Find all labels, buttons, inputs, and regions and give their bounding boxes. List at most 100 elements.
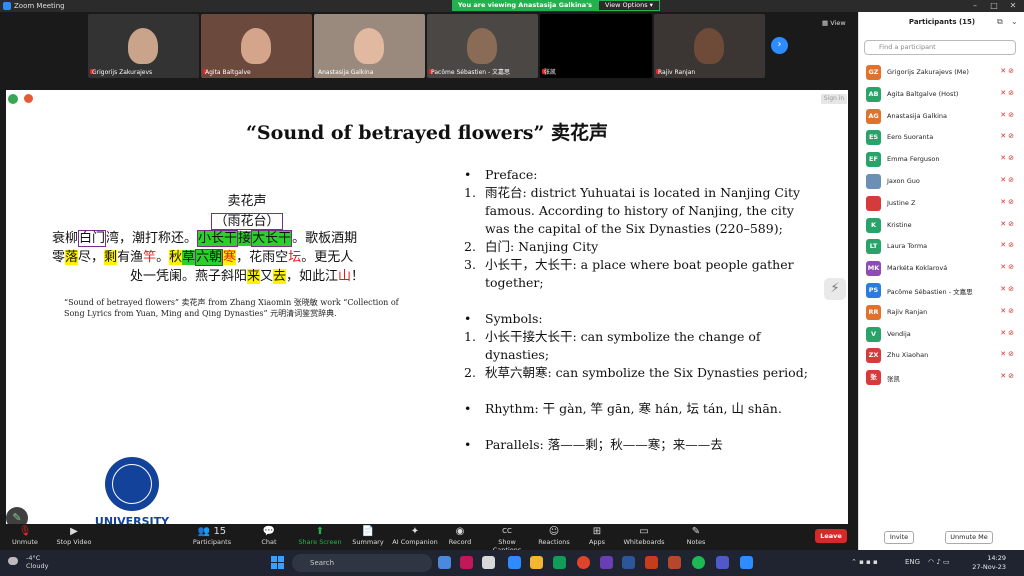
sign-in-button[interactable]: Sign in [821, 94, 847, 104]
participant-row[interactable]: MK Markéta Koklarová ✕⊘ [859, 258, 1024, 280]
participant-video [694, 28, 724, 64]
video-tile[interactable]: Anastasija Galkina [314, 14, 425, 78]
acrobat-icon[interactable] [645, 556, 658, 569]
toolbar-label: Participants [192, 538, 232, 546]
app-icon[interactable] [600, 556, 613, 569]
weather-widget[interactable]: -4°C Cloudy [8, 554, 48, 570]
participant-row[interactable]: Justine Z ✕⊘ [859, 193, 1024, 215]
powerpoint-icon[interactable] [668, 556, 681, 569]
poem-fragment: ！ [351, 269, 365, 284]
chat-button[interactable]: 💬 Chat [254, 525, 284, 549]
zoom-meeting-icon[interactable] [740, 556, 753, 569]
captions-icon: CC [502, 527, 512, 535]
video-tile[interactable]: Grigorijs Zakurajevs [88, 14, 199, 78]
edge-browser-icon[interactable] [553, 556, 566, 569]
share-screen-icon: ⬆ [315, 526, 325, 537]
app-icon[interactable] [460, 556, 473, 569]
stop-video-button[interactable]: ▶ Stop Video [55, 525, 93, 549]
avatar: ZX [866, 348, 881, 364]
zoom-app-icon[interactable] [508, 556, 521, 569]
poem-highlight: 草 [182, 250, 196, 265]
avatar: RR [866, 304, 881, 320]
avatar: MK [866, 261, 881, 277]
language-indicator[interactable]: ENG [905, 558, 920, 566]
ai-companion-icon: ✦ [410, 526, 420, 537]
windows-start-icon[interactable] [271, 556, 284, 569]
close-panel-icon[interactable]: ⌄ [1011, 17, 1018, 26]
participant-video [241, 28, 271, 64]
view-options-button[interactable]: View Options ▾ [598, 0, 660, 11]
word-icon[interactable] [622, 556, 635, 569]
participant-name: 张凯 [887, 375, 900, 384]
video-tile[interactable]: Rajiv Ranjan [654, 14, 765, 78]
muted-status-icon: ✕⊘ [1000, 306, 1016, 315]
summary-button[interactable]: 📄 Summary [352, 525, 384, 549]
video-tile[interactable]: 张凯 [540, 14, 652, 78]
popout-icon[interactable]: ⧉ [997, 17, 1003, 27]
participants-icon: 👥 15 [197, 526, 227, 537]
participant-row[interactable]: ES Eero Suoranta ✕⊘ [859, 127, 1024, 149]
cloud-icon [8, 557, 18, 565]
participant-name: Eero Suoranta [887, 133, 934, 142]
meeting-toolbar: 🎙 Unmute ▶ Stop Video 👥 15 Participants 💬 Ch… [0, 524, 858, 554]
muted-status-icon: ✕⊘ [1000, 219, 1016, 228]
apps-button[interactable]: ⊞ Apps [585, 525, 609, 549]
muted-status-icon: ✕⊘ [1000, 284, 1016, 293]
leave-button[interactable]: Leave [815, 529, 847, 543]
participant-row[interactable]: RR Rajiv Ranjan ✕⊘ [859, 302, 1024, 324]
network-volume-icons[interactable]: ◠ ♪ ▭ [928, 558, 950, 566]
minimize-icon[interactable]: – [966, 0, 984, 12]
video-tile[interactable]: Agita Baltgalve [201, 14, 312, 78]
participants-button[interactable]: 👥 15 Participants [192, 525, 232, 549]
notes-button[interactable]: ✎ Notes [684, 525, 708, 549]
next-page-arrow-icon[interactable]: › [771, 37, 788, 54]
unmute-button[interactable]: 🎙 Unmute [8, 525, 42, 549]
whiteboards-button[interactable]: ▭ Whiteboards [622, 525, 666, 549]
security-shield-icon[interactable] [8, 94, 18, 104]
video-tile[interactable]: Pacôme Sébastien - 文嘉思 [427, 14, 538, 78]
unmute-me-button[interactable]: Unmute Me [945, 531, 993, 544]
apps-icon: ⊞ [592, 526, 602, 537]
participant-row[interactable]: 张张凯 ✕⊘ [859, 367, 1024, 389]
teams-icon[interactable] [716, 556, 729, 569]
participant-row[interactable]: GZ Grigorijs Zakurajevs (Me) ✕⊘ [859, 62, 1024, 84]
reactions-button[interactable]: ☺ Reactions [538, 525, 570, 549]
task-view-icon[interactable] [438, 556, 451, 569]
participant-search-input[interactable]: Find a participant [864, 40, 1016, 55]
close-icon[interactable]: ✕ [1004, 0, 1022, 12]
participant-row[interactable]: AG Anastasija Galkina ✕⊘ [859, 106, 1024, 128]
poem-highlight: 六朝 [195, 249, 224, 266]
share-screen-button[interactable]: ⬆ Share Screen [298, 525, 342, 549]
poem-rhyme: 坛 [288, 250, 302, 265]
record-button[interactable]: ◉ Record [448, 525, 472, 549]
invite-button[interactable]: Invite [884, 531, 914, 544]
participant-row[interactable]: PS Pacôme Sébastien - 文嘉思 ✕⊘ [859, 280, 1024, 302]
chrome-icon[interactable] [577, 556, 590, 569]
app-icon[interactable] [482, 556, 495, 569]
preface-item-text: 白门: Nanjing City [485, 239, 599, 254]
participant-row[interactable]: Jaxon Guo ✕⊘ [859, 171, 1024, 193]
participant-row[interactable]: AB Agita Baltgalve (Host) ✕⊘ [859, 84, 1024, 106]
participant-row[interactable]: EF Emma Ferguson ✕⊘ [859, 149, 1024, 171]
ai-companion-button[interactable]: ✦ AI Companion [392, 525, 438, 549]
muted-status-icon: ✕⊘ [1000, 350, 1016, 359]
participant-row[interactable]: ZX Zhu Xiaohan ✕⊘ [859, 345, 1024, 367]
file-explorer-icon[interactable] [530, 556, 543, 569]
participant-row[interactable]: LT Laura Torma ✕⊘ [859, 236, 1024, 258]
poem-line-1: 衰柳白门湾，潮打称还。小长干接大长干。歌板酒期 [52, 229, 442, 248]
clock[interactable]: 14:29 27-Nov-23 [968, 554, 1006, 572]
annotate-icon[interactable]: ⚡ [824, 278, 846, 300]
participant-row[interactable]: V Vendija ✕⊘ [859, 324, 1024, 346]
spotify-icon[interactable] [692, 556, 705, 569]
view-button[interactable]: ▦ View [822, 19, 846, 27]
participant-row[interactable]: K Kristine ✕⊘ [859, 215, 1024, 237]
reactions-icon: ☺ [548, 526, 560, 537]
tray-icons[interactable]: ⌃ ▪ ▪ ▪ [851, 558, 878, 566]
poem-fragment: 零 [52, 250, 66, 265]
participant-name: Rajiv Ranjan [887, 307, 928, 316]
taskbar-search[interactable]: Search [292, 554, 432, 572]
taskbar-search-label: Search [310, 559, 335, 567]
maximize-icon[interactable]: □ [985, 0, 1003, 12]
show-captions-button[interactable]: CCShow Captions [484, 525, 530, 554]
muted-status-icon: ✕⊘ [1000, 154, 1016, 163]
